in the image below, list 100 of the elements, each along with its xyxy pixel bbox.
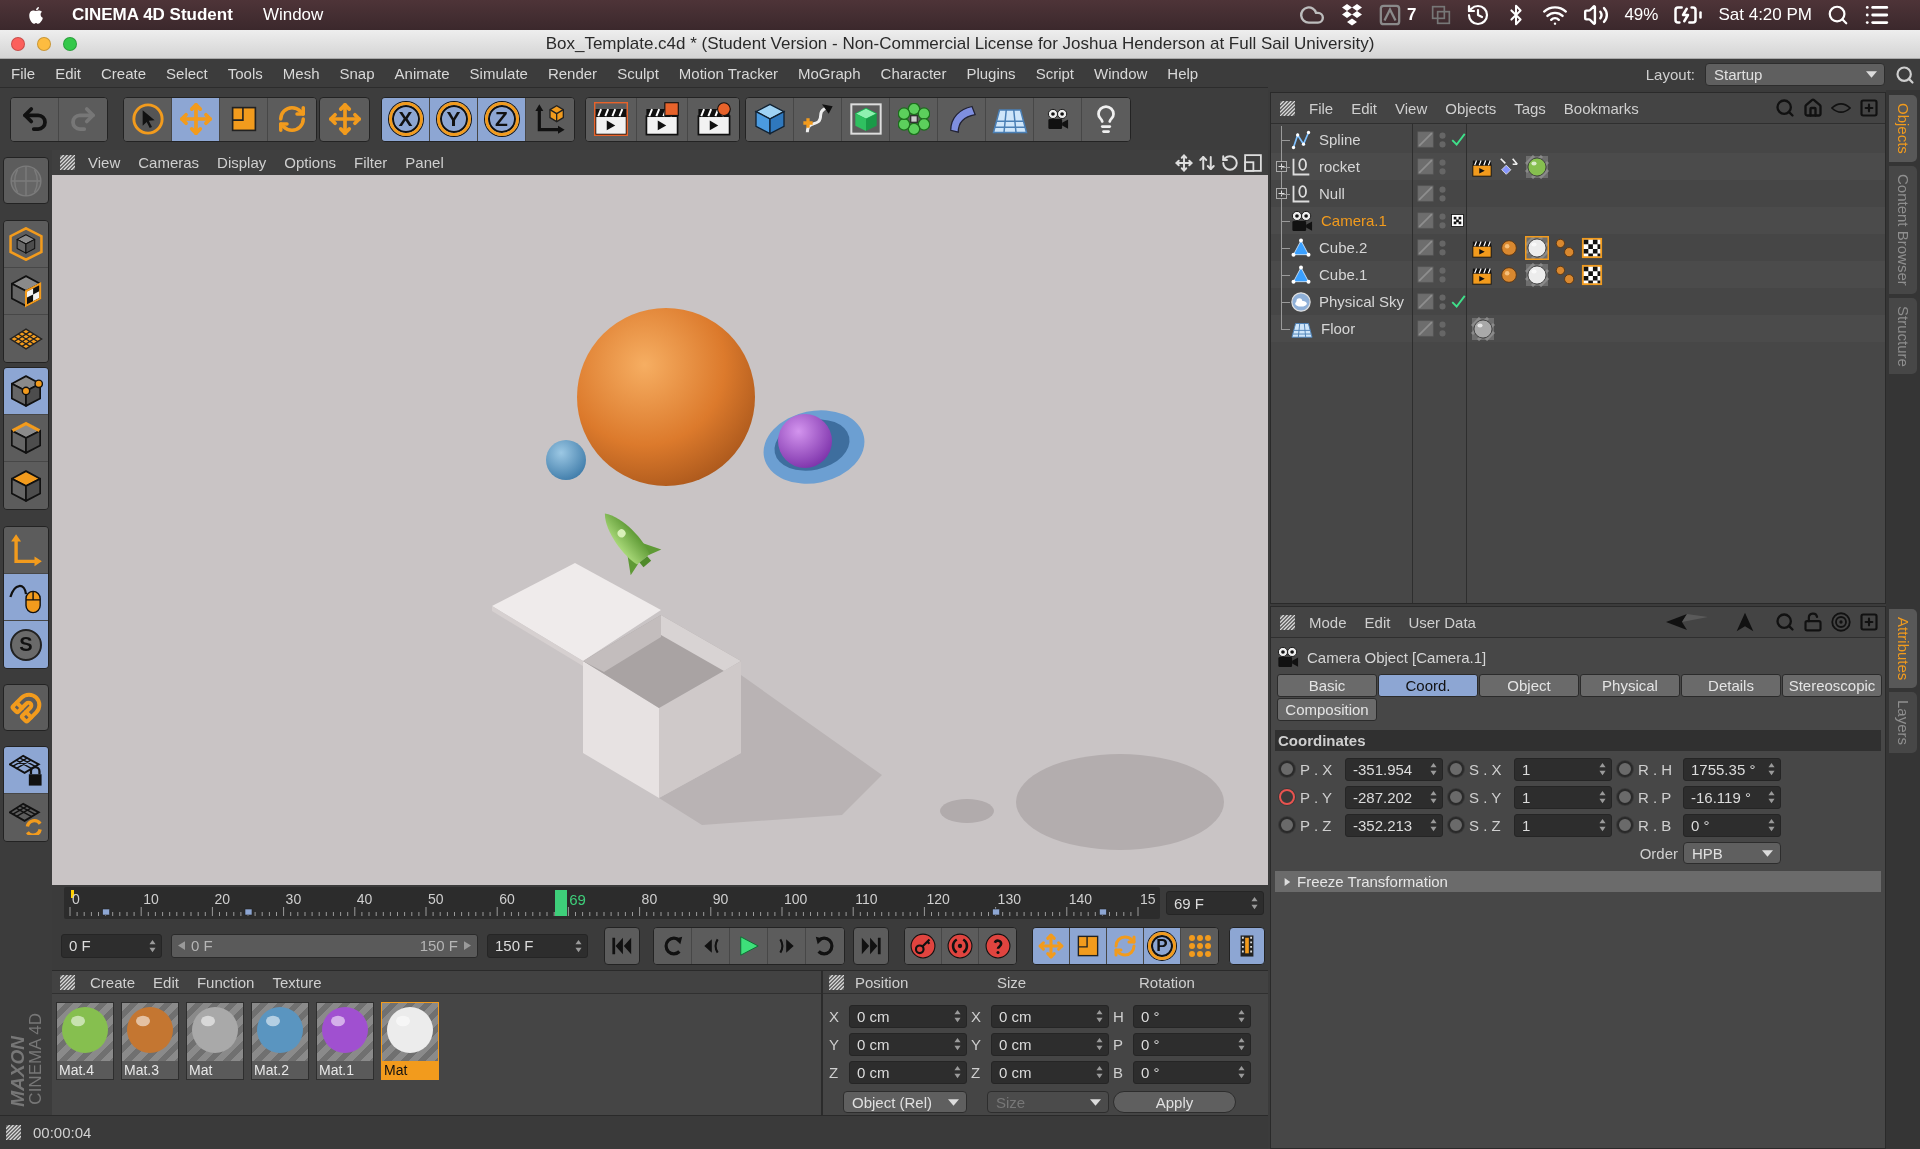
menu-item[interactable]: Motion Tracker	[668, 64, 789, 82]
app-name-menu[interactable]: CINEMA 4D Student	[72, 5, 233, 25]
start-frame-field[interactable]: 0 F	[61, 933, 162, 958]
expand-box-icon[interactable]	[1276, 188, 1287, 199]
key-toggle-button[interactable]	[1033, 927, 1070, 964]
visibility-dots-icon[interactable]	[1439, 265, 1446, 284]
spinner-icon[interactable]	[954, 1065, 961, 1079]
position-field[interactable]: 0 cm	[849, 1004, 967, 1028]
search-icon[interactable]	[1895, 64, 1915, 85]
spinner-icon[interactable]	[1096, 1037, 1103, 1051]
menu-item[interactable]: Render	[537, 64, 608, 82]
object-name[interactable]: rocket	[1319, 158, 1360, 175]
position-field[interactable]: 0 cm	[849, 1060, 967, 1084]
record-button[interactable]	[905, 927, 942, 964]
menu-item[interactable]: Plugins	[956, 64, 1026, 82]
history-clock-icon[interactable]	[1466, 3, 1491, 27]
menu-item[interactable]: Create	[91, 64, 157, 82]
material-tag-icon[interactable]	[1525, 235, 1549, 260]
mode-button[interactable]	[4, 747, 48, 794]
spinner-icon[interactable]	[1238, 1065, 1245, 1079]
number-field[interactable]: 1755.35 °	[1683, 757, 1781, 781]
menu-item[interactable]: Edit	[144, 973, 188, 991]
menu-item[interactable]: MoGraph	[788, 64, 871, 82]
attribute-tab[interactable]: Composition	[1277, 698, 1377, 721]
grip-icon[interactable]	[1280, 100, 1295, 116]
spinner-icon[interactable]	[575, 938, 582, 953]
menu-item[interactable]: Script	[1025, 64, 1084, 82]
layout-dropdown[interactable]: Startup	[1705, 63, 1885, 86]
rotation-field[interactable]: 0 °	[1133, 1060, 1251, 1084]
menu-item[interactable]: Edit	[1342, 99, 1387, 117]
attribute-tab[interactable]: Basic	[1277, 674, 1377, 697]
status-square-icon[interactable]	[1378, 4, 1401, 26]
keyframe-toggle[interactable]	[1617, 817, 1633, 833]
mode-button[interactable]	[4, 574, 48, 621]
spinner-icon[interactable]	[1768, 790, 1775, 804]
visibility-dots-icon[interactable]	[1439, 130, 1446, 149]
mode-button[interactable]: S	[4, 621, 48, 668]
clock-text[interactable]: Sat 4:20 PM	[1718, 5, 1812, 25]
frame-range-bar[interactable]: 0 F 150 F	[171, 933, 478, 958]
menu-item[interactable]: Create	[81, 973, 145, 991]
maximize-icon[interactable]	[1244, 153, 1262, 172]
coordinate-mode-dropdown[interactable]: Object (Rel)	[843, 1091, 967, 1113]
object-name[interactable]: Cube.1	[1319, 266, 1368, 283]
expand-box-icon[interactable]	[1276, 161, 1287, 172]
end-frame-field[interactable]: 150 F	[487, 933, 588, 958]
menu-item[interactable]: Snap	[329, 64, 385, 82]
pan-icon[interactable]	[1175, 153, 1193, 172]
position-field[interactable]: 0 cm	[849, 1032, 967, 1056]
material-tag-icon[interactable]	[1525, 262, 1549, 287]
menu-item[interactable]: Function	[187, 973, 264, 991]
number-field[interactable]: 1	[1514, 785, 1612, 809]
tool-button[interactable]	[124, 97, 172, 141]
visibility-dots-icon[interactable]	[1439, 184, 1446, 203]
attribute-tab[interactable]: Details	[1681, 674, 1781, 697]
attribute-tab[interactable]: Physical	[1580, 674, 1680, 697]
menu-item[interactable]: Texture	[263, 973, 331, 991]
spinner-icon[interactable]	[1599, 818, 1606, 832]
checker-tag-icon[interactable]	[1581, 236, 1603, 259]
timeline-button[interactable]	[1229, 926, 1265, 965]
menu-item[interactable]: Window	[1083, 64, 1158, 82]
menu-item[interactable]: Bookmarks	[1554, 99, 1648, 117]
object-row[interactable]: Cube.1	[1271, 261, 1885, 288]
menu-item[interactable]: Animate	[384, 64, 460, 82]
number-field[interactable]: 0 °	[1683, 813, 1781, 837]
axis-lock-button[interactable]: Z	[478, 97, 526, 141]
mode-button[interactable]	[3, 684, 49, 731]
material-swatch[interactable]: Mat.4	[56, 1002, 114, 1080]
go-to-start-button[interactable]	[604, 926, 640, 965]
menu-item[interactable]: File	[1, 64, 46, 82]
spinner-icon[interactable]	[1096, 1065, 1103, 1079]
tool-button[interactable]	[172, 97, 220, 141]
two-balls-tag-icon[interactable]	[1554, 236, 1576, 259]
playhead[interactable]	[555, 890, 568, 916]
menu-item[interactable]: Edit	[45, 64, 92, 82]
rotation-field[interactable]: 0 °	[1133, 1032, 1251, 1056]
number-field[interactable]: -287.202	[1345, 785, 1443, 809]
current-frame-field[interactable]: 69 F	[1166, 891, 1264, 915]
grip-icon[interactable]	[829, 974, 844, 990]
menu-item[interactable]: Objects	[1436, 99, 1506, 117]
spinner-icon[interactable]	[1599, 762, 1606, 776]
menu-item[interactable]: File	[1300, 99, 1343, 117]
menu-item[interactable]: Display	[208, 154, 276, 171]
visibility-dots-icon[interactable]	[1439, 292, 1446, 311]
tool-button[interactable]	[319, 96, 370, 142]
mode-button[interactable]	[4, 794, 48, 841]
key-toggle-button[interactable]	[1070, 927, 1107, 964]
menu-item[interactable]: Mode	[1300, 613, 1356, 631]
keyframe-toggle[interactable]	[1617, 761, 1633, 777]
attribute-tab[interactable]: Coord.	[1378, 674, 1478, 697]
menu-item[interactable]: Panel	[396, 154, 453, 171]
visibility-dots-icon[interactable]	[1439, 238, 1446, 257]
keyframe-toggle[interactable]	[1279, 761, 1295, 777]
material-tag-icon[interactable]	[1471, 316, 1495, 341]
keyframe-toggle[interactable]	[1617, 789, 1633, 805]
number-field[interactable]: -352.213	[1345, 813, 1443, 837]
number-field[interactable]: -351.954	[1345, 757, 1443, 781]
render-view-button[interactable]	[586, 97, 637, 141]
object-name[interactable]: Cube.2	[1319, 239, 1368, 256]
keyframe-toggle[interactable]	[1448, 761, 1464, 777]
spinner-icon[interactable]	[1599, 790, 1606, 804]
